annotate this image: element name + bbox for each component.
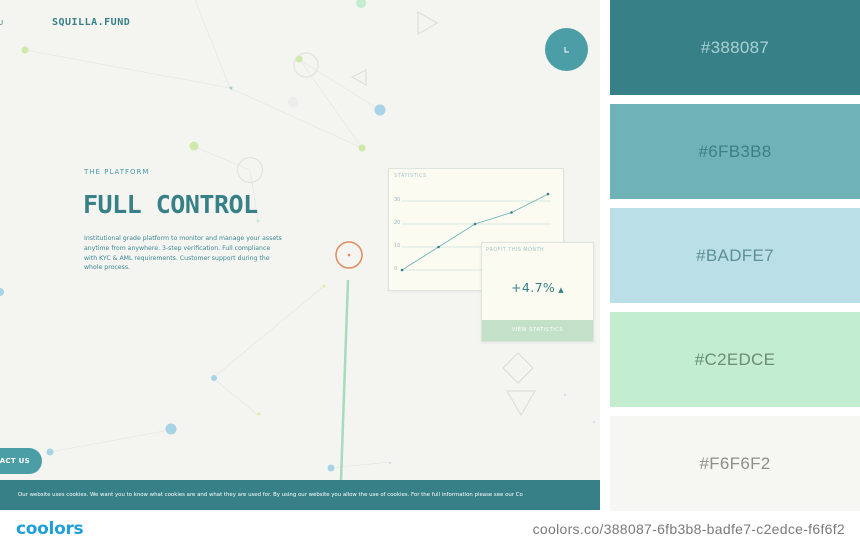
swatch-hex-label: #C2EDCE <box>694 349 776 369</box>
section-description: Institutional grade platform to monitor … <box>84 235 282 272</box>
swatch-hex-label: #BADFE7 <box>696 245 774 265</box>
palette-swatch-3[interactable]: #BADFE7 <box>610 208 860 303</box>
chart-point <box>546 192 550 196</box>
palette-swatch-2[interactable]: #6FB3B8 <box>610 104 860 199</box>
deco-dot <box>288 97 298 107</box>
deco-dot <box>327 464 335 472</box>
cookie-banner: Our website uses cookies. We want you to… <box>0 480 600 510</box>
swatch-hex-label: #388087 <box>700 37 770 57</box>
profit-card: PROFIT THIS MONTH +4.7% ▲ VIEW STATISTICS <box>481 242 594 342</box>
profit-card-title: PROFIT THIS MONTH <box>486 247 545 253</box>
view-statistics-button[interactable]: VIEW STATISTICS <box>482 320 593 341</box>
contact-us-button[interactable]: TACT US <box>0 448 42 474</box>
deco-dot <box>295 55 303 63</box>
page-title: FULL CONTROL <box>83 190 258 219</box>
chart-point <box>400 268 404 272</box>
profit-value: +4.7% ▲ <box>482 280 593 295</box>
deco-dot <box>356 0 366 8</box>
swatch-hex-label: #F6F6F2 <box>699 453 771 473</box>
deco-triangle <box>417 10 439 36</box>
palette-swatch-1[interactable]: #388087 <box>610 0 860 95</box>
menu-button[interactable] <box>545 28 588 71</box>
nav-item-fragment[interactable]: U <box>0 19 3 27</box>
deco-dot <box>322 284 326 288</box>
deco-dot <box>563 393 567 397</box>
deco-dot <box>229 86 233 90</box>
deco-dot <box>189 141 199 151</box>
deco-dot <box>0 288 4 296</box>
deco-dot <box>21 46 29 54</box>
accent-line <box>339 279 350 481</box>
target-dot <box>347 253 351 257</box>
deco-diamond <box>502 352 534 384</box>
section-eyebrow: THE PLATFORM <box>84 168 150 176</box>
profit-percent: +4.7% <box>510 280 556 295</box>
deco-dot <box>256 219 260 223</box>
deco-dot <box>358 144 366 152</box>
palette-swatch-4[interactable]: #C2EDCE <box>610 312 860 407</box>
deco-dot <box>46 448 54 456</box>
deco-dot <box>388 461 392 465</box>
deco-dot <box>165 423 177 435</box>
chart-point <box>437 245 440 249</box>
deco-dot <box>211 375 217 381</box>
swatch-hex-label: #6FB3B8 <box>698 141 772 161</box>
deco-triangle <box>350 69 367 87</box>
palette-url[interactable]: coolors.co/388087-6fb3b8-badfe7-c2edce-f… <box>533 521 845 537</box>
palette-swatch-5[interactable]: #F6F6F2 <box>610 416 860 511</box>
deco-dot <box>257 412 261 416</box>
deco-dot <box>374 104 386 116</box>
clock-icon <box>564 46 569 52</box>
deco-dot <box>592 420 596 424</box>
coolors-logo[interactable]: coolors <box>16 519 84 539</box>
deco-ring <box>293 52 319 78</box>
chart-point <box>510 211 513 214</box>
deco-triangle <box>505 390 537 417</box>
chart-point <box>473 222 477 226</box>
website-screenshot: U SQUILLA.FUND THE PLATFORM FULL CONTROL… <box>0 0 600 510</box>
up-arrow-icon: ▲ <box>558 286 565 294</box>
brand-logo[interactable]: SQUILLA.FUND <box>52 17 130 28</box>
